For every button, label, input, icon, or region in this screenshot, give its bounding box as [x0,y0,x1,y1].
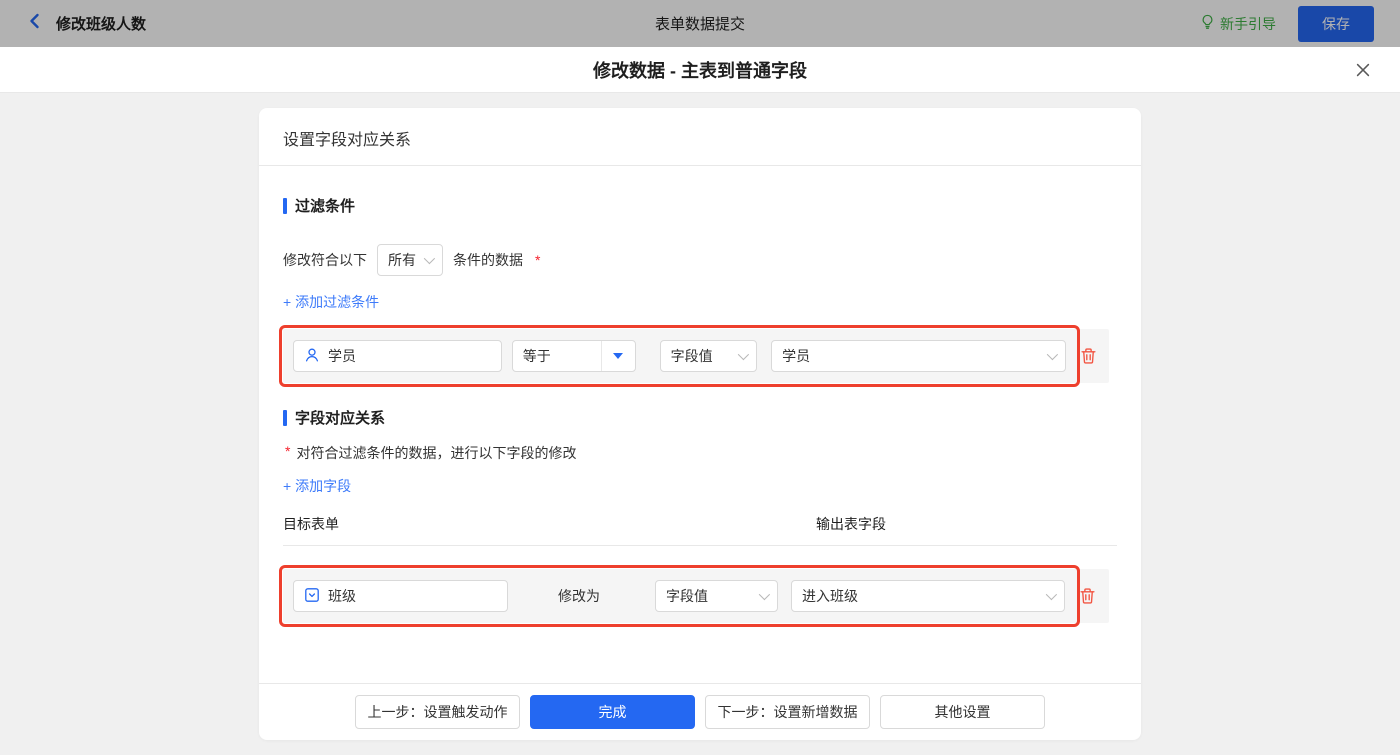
mapping-section-label: 字段对应关系 [295,410,386,427]
operator-select[interactable]: 等于 [511,340,636,372]
target-field-value: 班级 [328,588,356,604]
target-field-input[interactable]: 班级 [293,580,508,612]
done-button[interactable]: 完成 [530,695,695,729]
toolbar-center-title: 表单数据提交 [654,16,745,33]
operator-value: 等于 [522,348,551,364]
add-filter-condition-link[interactable]: + 添加过滤条件 [283,292,379,312]
add-field-link[interactable]: + 添加字段 [283,476,351,496]
filter-value-select[interactable]: 学员 [771,340,1066,372]
top-toolbar: 修改班级人数 表单数据提交 新手引导 保存 [0,0,1400,47]
trash-icon [1080,588,1095,604]
prev-step-button[interactable]: 上一步：设置触发动作 [355,695,520,729]
chevron-down-icon [737,348,750,361]
filter-condition-row-wrap: 学员 等于 字段值 学员 [279,325,1117,387]
filter-section-title: 过滤条件 [283,195,1117,216]
select-field-icon [304,587,320,606]
section-bar [283,409,287,426]
beginner-guide-label: 新手引导 [1220,15,1276,32]
delete-condition-button[interactable] [1080,347,1097,365]
mapping-value-select[interactable]: 进入班级 [791,580,1065,612]
required-asterisk: * [285,443,291,459]
field-mapping-row-wrap: 班级 修改为 字段值 进入班级 [279,565,1117,627]
mapping-value-type-select[interactable]: 字段值 [655,580,778,612]
save-button[interactable]: 保存 [1298,5,1374,42]
mapping-description: * 对符合过滤条件的数据，进行以下字段的修改 [283,443,1117,463]
close-icon[interactable] [1352,59,1374,81]
settings-panel: 设置字段对应关系 过滤条件 修改符合以下 所有 条件的数据 * + 添加过滤条件 [259,108,1141,740]
panel-footer: 上一步：设置触发动作 完成 下一步：设置新增数据 其他设置 [259,683,1141,740]
match-prefix: 修改符合以下 [283,252,367,268]
filter-value-type: 字段值 [670,348,713,364]
mapping-section-title: 字段对应关系 [283,407,1117,428]
match-condition-row: 修改符合以下 所有 条件的数据 * [283,244,1117,276]
filter-field-value: 学员 [328,348,356,364]
chevron-down-icon [423,252,436,265]
modal-body: 设置字段对应关系 过滤条件 修改符合以下 所有 条件的数据 * + 添加过滤条件 [0,93,1400,755]
filter-field-input[interactable]: 学员 [293,340,502,372]
filter-condition-row: 学员 等于 字段值 学员 [279,325,1109,387]
filter-value-type-select[interactable]: 字段值 [659,340,758,372]
trash-icon [1081,348,1096,364]
other-settings-button[interactable]: 其他设置 [880,695,1045,729]
required-asterisk: * [535,252,541,268]
match-mode-select[interactable]: 所有 [377,244,443,276]
filter-value: 学员 [782,348,811,364]
next-step-button[interactable]: 下一步：设置新增数据 [705,695,870,729]
target-form-header: 目标表单 [283,516,339,532]
field-mapping-row: 班级 修改为 字段值 进入班级 [279,565,1109,627]
caret-down-icon [613,353,624,359]
delete-mapping-button[interactable] [1079,587,1096,605]
lightbulb-icon [1200,14,1215,33]
mapping-value-type: 字段值 [666,588,708,604]
member-field-icon [304,347,320,366]
beginner-guide-link[interactable]: 新手引导 [1200,14,1276,34]
chevron-down-icon [758,588,771,601]
panel-header: 设置字段对应关系 [259,108,1141,166]
mapping-column-headers: 目标表单 输出表字段 [283,514,1117,546]
chevron-down-icon [1046,348,1059,361]
match-mode-value: 所有 [388,252,416,268]
modal-title: 修改数据 - 主表到普通字段 [593,60,807,81]
section-bar [283,197,287,214]
mapping-description-text: 对符合过滤条件的数据，进行以下字段的修改 [296,445,577,461]
output-field-header: 输出表字段 [816,516,886,532]
filter-section-label: 过滤条件 [295,198,356,215]
modal-header: 修改数据 - 主表到普通字段 [0,47,1400,93]
modify-to-label: 修改为 [558,588,600,604]
chevron-down-icon [1045,588,1058,601]
operator-caret-zone[interactable] [600,341,635,371]
match-suffix: 条件的数据 [453,252,523,268]
mapping-value: 进入班级 [802,588,858,604]
